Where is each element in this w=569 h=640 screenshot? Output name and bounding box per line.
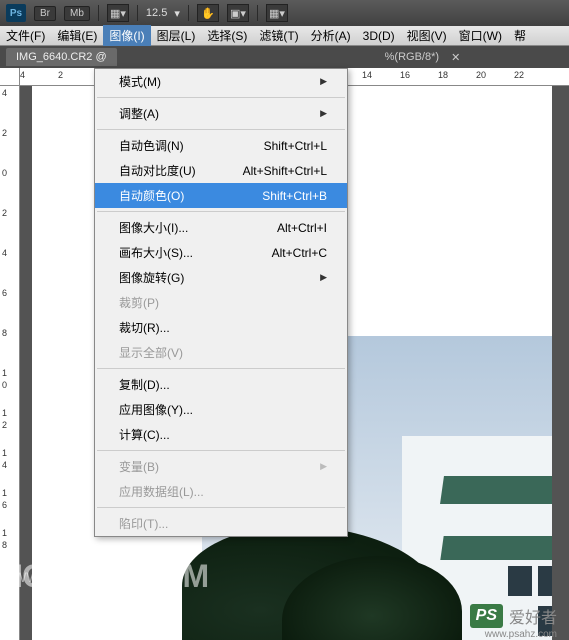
menu-view[interactable]: 视图(V) [401,25,453,46]
chevron-right-icon: ▶ [320,76,327,87]
close-tab-icon[interactable]: ✕ [451,51,460,64]
watermark-ps: PS 爱好者 [470,604,557,628]
chevron-right-icon: ▶ [320,108,327,119]
menu-auto-color[interactable]: 自动颜色(O)Shift+Ctrl+B [95,183,347,208]
menu-window[interactable]: 窗口(W) [453,25,508,46]
menu-apply-dataset: 应用数据组(L)... [95,479,347,504]
menu-filter[interactable]: 滤镜(T) [253,25,304,46]
menu-trim[interactable]: 裁切(R)... [95,315,347,340]
menu-help[interactable]: 帮 [508,25,532,46]
menu-crop: 裁剪(P) [95,290,347,315]
watermark-cn: 照片处理网 [55,534,145,560]
image-menu-dropdown: 模式(M)▶ 调整(A)▶ 自动色调(N)Shift+Ctrl+L 自动对比度(… [94,68,348,537]
hand-tool-icon[interactable]: ✋ [197,4,219,22]
menu-duplicate[interactable]: 复制(D)... [95,372,347,397]
menu-trap: 陷印(T)... [95,511,347,536]
bridge-button[interactable]: Br [34,6,56,21]
document-tab[interactable]: IMG_6640.CR2 @ [6,48,117,66]
document-tab-info: %(RGB/8*) [377,48,447,66]
menu-auto-tone[interactable]: 自动色调(N)Shift+Ctrl+L [95,133,347,158]
menu-calculations[interactable]: 计算(C)... [95,422,347,447]
chevron-right-icon: ▶ [320,272,327,283]
menu-3d[interactable]: 3D(D) [357,27,401,45]
view-extras-icon[interactable]: ▣▾ [227,4,249,22]
menu-variables: 变量(B)▶ [95,454,347,479]
minibridge-button[interactable]: Mb [64,6,90,21]
watermark-en: HOTOPS.COM [0,558,208,595]
arrange-icon[interactable]: ▦▾ [266,4,288,22]
menu-edit[interactable]: 编辑(E) [51,25,103,46]
menu-canvas-size[interactable]: 画布大小(S)...Alt+Ctrl+C [95,240,347,265]
ruler-origin[interactable] [0,68,20,86]
menu-bar: 文件(F) 编辑(E) 图像(I) 图层(L) 选择(S) 滤镜(T) 分析(A… [0,26,569,46]
menu-apply-image[interactable]: 应用图像(Y)... [95,397,347,422]
menu-image-size[interactable]: 图像大小(I)...Alt+Ctrl+I [95,215,347,240]
menu-layer[interactable]: 图层(L) [151,25,202,46]
menu-reveal-all: 显示全部(V) [95,340,347,365]
photoshop-logo: Ps [6,4,26,22]
menu-adjustments[interactable]: 调整(A)▶ [95,101,347,126]
screen-mode-icon[interactable]: ▦▾ [107,4,129,22]
menu-select[interactable]: 选择(S) [201,25,253,46]
watermark-url: www.psahz.com [485,629,557,640]
chevron-right-icon: ▶ [320,461,327,472]
menu-auto-contrast[interactable]: 自动对比度(U)Alt+Shift+Ctrl+L [95,158,347,183]
menu-analysis[interactable]: 分析(A) [305,25,357,46]
menu-image-rotation[interactable]: 图像旋转(G)▶ [95,265,347,290]
zoom-level[interactable]: 12.5 ▾ [146,7,180,20]
menu-file[interactable]: 文件(F) [0,25,51,46]
menu-image[interactable]: 图像(I) [103,25,150,46]
menu-mode[interactable]: 模式(M)▶ [95,69,347,94]
ruler-vertical[interactable]: 4 2 0 2 4 6 8 1 0 1 2 1 4 1 6 1 8 [0,86,20,640]
